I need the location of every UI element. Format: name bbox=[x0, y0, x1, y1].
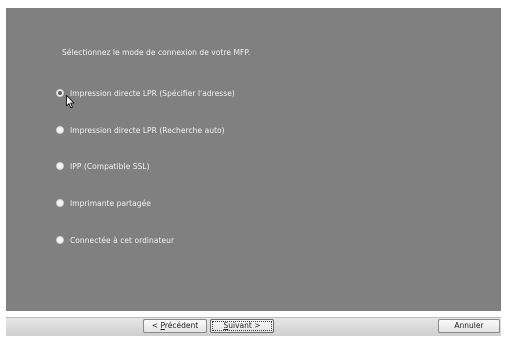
back-button-label: récédent bbox=[164, 321, 199, 330]
radio-button-selected[interactable] bbox=[56, 89, 64, 97]
back-button[interactable]: < Précédent bbox=[143, 319, 207, 333]
radio-button[interactable] bbox=[56, 162, 64, 170]
option-lpr-auto-search[interactable]: Impression directe LPR (Recherche auto) bbox=[56, 122, 225, 138]
option-shared-printer[interactable]: Imprimante partagée bbox=[56, 195, 151, 211]
next-button-label: uivant > bbox=[228, 321, 261, 330]
radio-button[interactable] bbox=[56, 199, 64, 207]
option-label: Connectée à cet ordinateur bbox=[70, 235, 175, 245]
option-label: Imprimante partagée bbox=[70, 198, 151, 208]
option-label: Impression directe LPR (Spécifier l'adre… bbox=[70, 88, 235, 98]
option-connected-to-computer[interactable]: Connectée à cet ordinateur bbox=[56, 232, 174, 248]
radio-button[interactable] bbox=[56, 126, 64, 134]
option-label: IPP (Compatible SSL) bbox=[70, 161, 150, 171]
next-button[interactable]: Suivant > bbox=[210, 319, 274, 333]
option-ipp-ssl[interactable]: IPP (Compatible SSL) bbox=[56, 158, 150, 174]
option-label: Impression directe LPR (Recherche auto) bbox=[70, 125, 225, 135]
option-lpr-specify-address[interactable]: Impression directe LPR (Spécifier l'adre… bbox=[56, 85, 235, 101]
mouse-cursor-icon bbox=[66, 95, 75, 109]
radio-dot bbox=[58, 91, 62, 95]
prompt-text: Sélectionnez le mode de connexion de vot… bbox=[62, 48, 251, 57]
radio-button[interactable] bbox=[56, 236, 64, 244]
cancel-button[interactable]: Annuler bbox=[438, 319, 500, 333]
